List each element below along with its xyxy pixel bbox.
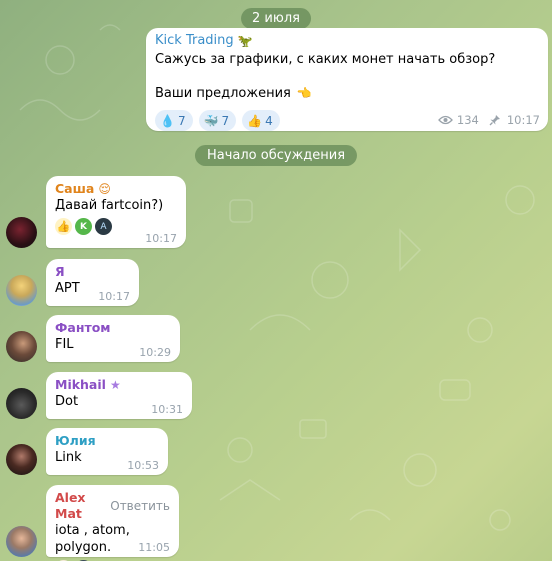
- post-line-1: Сажусь за графики, с каких монет начать …: [155, 52, 496, 67]
- reaction-whale[interactable]: 🐳 7: [198, 110, 237, 131]
- date-separator: 2 июля: [241, 8, 311, 29]
- message-bubble[interactable]: Юлия Link 10:53: [46, 428, 168, 475]
- reaction-count: 7: [177, 113, 186, 128]
- drop-emoji-icon: 💧: [160, 113, 175, 128]
- message-text: Давай fartcoin?): [55, 198, 164, 213]
- sender-name[interactable]: Фантом: [55, 320, 171, 336]
- channel-badge-icon: 🦖: [237, 33, 253, 48]
- message-bubble[interactable]: Фантом FIL 10:29: [46, 315, 180, 362]
- message-row: Я APT 10:17: [6, 259, 139, 306]
- reply-button[interactable]: Ответить: [110, 498, 170, 514]
- message-bubble[interactable]: Mikhail ★ Dot 10:31: [46, 372, 192, 419]
- message-time: 10:31: [151, 403, 183, 416]
- channel-post[interactable]: Kick Trading 🦖 Сажусь за графики, с каки…: [146, 28, 548, 131]
- reaction-count: 7: [221, 113, 230, 128]
- reactor-avatar[interactable]: K: [75, 218, 92, 235]
- message-bubble[interactable]: Саша 😌 Давай fartcoin?) 👍 K A 10:17: [46, 176, 186, 248]
- message-bubble[interactable]: Я APT 10:17: [46, 259, 139, 306]
- views-count: 134: [456, 113, 479, 127]
- message-row: Alex Mat Ответить iota , atom, polygon. …: [6, 485, 179, 561]
- message-bubble[interactable]: Alex Mat Ответить iota , atom, polygon. …: [46, 485, 179, 561]
- thumbs-up-emoji-icon: 👍: [247, 113, 263, 128]
- message-time: 10:29: [139, 346, 171, 359]
- reaction-drop[interactable]: 💧 7: [155, 110, 193, 131]
- premium-star-icon: ★: [109, 378, 121, 392]
- message-time: 10:17: [145, 232, 177, 245]
- whale-emoji-icon: 🐳: [203, 113, 219, 128]
- avatar[interactable]: [6, 217, 37, 248]
- message-time: 11:05: [138, 541, 170, 554]
- sender-name[interactable]: Я: [55, 264, 130, 280]
- post-line-2: Ваши предложения: [155, 86, 291, 101]
- sender-name[interactable]: Alex Mat: [55, 490, 100, 522]
- avatar[interactable]: [6, 444, 37, 475]
- pin-icon: [489, 115, 500, 126]
- avatar[interactable]: [6, 275, 37, 306]
- avatar[interactable]: [6, 388, 37, 419]
- post-time: 10:17: [506, 113, 540, 127]
- discussion-start-separator: Начало обсуждения: [194, 145, 358, 166]
- avatar[interactable]: [6, 331, 37, 362]
- relieved-face-icon: 😌: [98, 182, 111, 196]
- sender-name[interactable]: Mikhail: [55, 377, 106, 393]
- message-row: Фантом FIL 10:29: [6, 315, 180, 362]
- avatar[interactable]: [6, 526, 37, 557]
- message-row: Саша 😌 Давай fartcoin?) 👍 K A 10:17: [6, 176, 186, 248]
- sender-name[interactable]: Саша: [55, 181, 94, 197]
- sender-name[interactable]: Юлия: [55, 433, 159, 449]
- message-row: Mikhail ★ Dot 10:31: [6, 372, 192, 419]
- eye-icon: [438, 115, 453, 125]
- reaction-thumbs-up[interactable]: 👍 4: [242, 110, 280, 131]
- reaction-count: 4: [265, 113, 273, 128]
- channel-name[interactable]: Kick Trading: [155, 33, 234, 48]
- thumbs-up-icon[interactable]: 👍: [55, 218, 72, 235]
- pointing-hand-emoji: 👈: [296, 86, 312, 100]
- message-time: 10:17: [98, 290, 130, 303]
- message-time: 10:53: [127, 459, 159, 472]
- message-row: Юлия Link 10:53: [6, 428, 168, 475]
- reactor-avatar[interactable]: A: [95, 218, 112, 235]
